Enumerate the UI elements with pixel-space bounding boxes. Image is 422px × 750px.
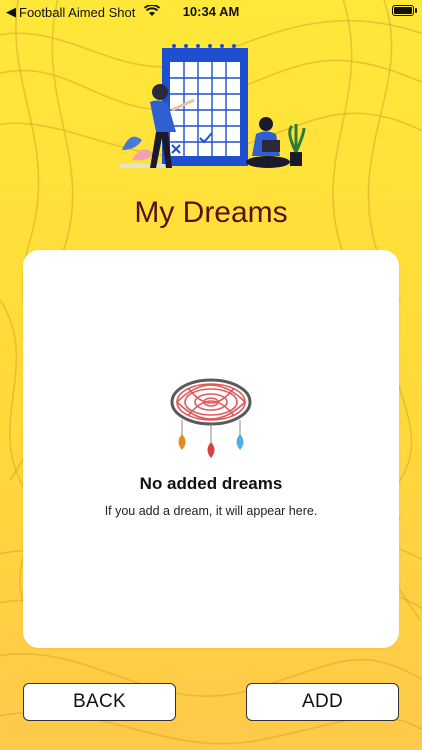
dreams-list-card: No added dreams If you add a dream, it w…	[23, 250, 399, 648]
empty-state-subtitle: If you add a dream, it will appear here.	[104, 504, 318, 518]
dreamcatcher-icon	[170, 378, 252, 458]
battery-icon	[392, 5, 417, 16]
calendar-people-illustration	[120, 44, 306, 168]
page-title: My Dreams	[134, 196, 288, 229]
status-time: 10:34 AM	[182, 4, 240, 19]
empty-state-title: No added dreams	[139, 474, 283, 493]
add-button[interactable]: ADD	[246, 683, 399, 721]
back-button[interactable]: BACK	[23, 683, 176, 721]
status-bar: ◀ Football Aimed Shot 10:34 AM	[0, 0, 422, 24]
